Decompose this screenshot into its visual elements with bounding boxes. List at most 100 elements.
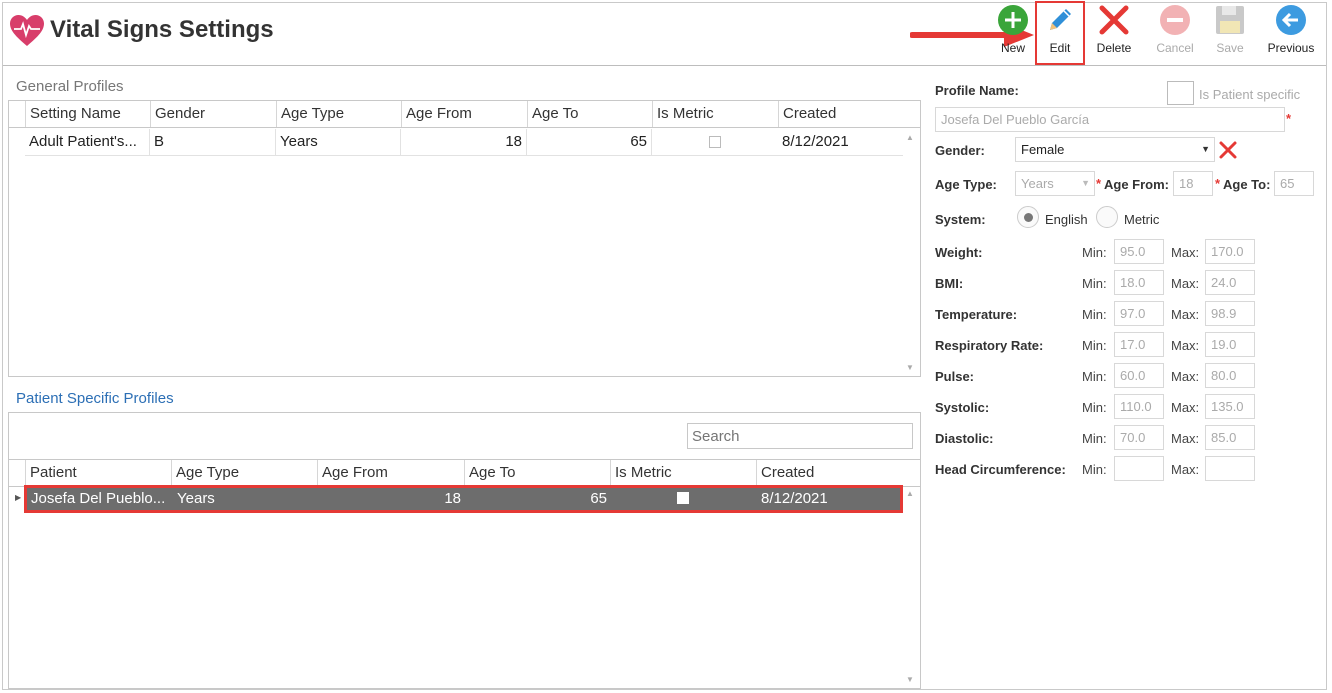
table-row[interactable]: Adult Patient's... B Years 18 65 8/12/20…	[25, 129, 903, 156]
profile-name-label: Profile Name:	[935, 83, 1019, 98]
column-header-age-from[interactable]: Age From	[401, 101, 527, 127]
cancel-button[interactable]: Cancel	[1154, 4, 1196, 55]
column-header-is-metric[interactable]: Is Metric	[652, 101, 778, 127]
max-label: Max:	[1171, 369, 1200, 384]
required-marker: *	[1286, 111, 1292, 126]
delete-label: Delete	[1096, 41, 1132, 55]
min-label: Min:	[1082, 276, 1107, 291]
scroll-down-icon[interactable]: ▼	[906, 675, 914, 684]
search-input[interactable]	[687, 423, 913, 449]
edit-button[interactable]: Edit	[1040, 4, 1080, 55]
pulse-min-field[interactable]: 60.0	[1114, 363, 1164, 388]
general-header-row: Setting Name Gender Age Type Age From Ag…	[9, 101, 920, 128]
age-to-field[interactable]: 65	[1274, 171, 1314, 196]
cell-created: 8/12/2021	[782, 133, 849, 150]
bmi-min-field[interactable]: 18.0	[1114, 270, 1164, 295]
metric-radio[interactable]	[1096, 206, 1118, 228]
head-circumference-label: Head Circumference:	[935, 462, 1066, 477]
save-button[interactable]: Save	[1212, 4, 1248, 55]
age-type-value: Years	[1021, 176, 1054, 191]
age-type-select[interactable]: Years ▼	[1015, 171, 1095, 196]
age-from-field[interactable]: 18	[1173, 171, 1213, 196]
english-radio[interactable]	[1017, 206, 1039, 228]
weight-max-field[interactable]: 170.0	[1205, 239, 1255, 264]
max-label: Max:	[1171, 462, 1200, 477]
diastolic-max-field[interactable]: 85.0	[1205, 425, 1255, 450]
systolic-max-field[interactable]: 135.0	[1205, 394, 1255, 419]
table-row-selected[interactable]: Josefa Del Pueblo... Years 18 65 8/12/20…	[24, 485, 903, 513]
cell-patient: Josefa Del Pueblo...	[31, 490, 166, 507]
column-header-patient[interactable]: Patient	[25, 460, 171, 486]
column-header-age-type[interactable]: Age Type	[276, 101, 401, 127]
max-label: Max:	[1171, 276, 1200, 291]
temperature-min-field[interactable]: 97.0	[1114, 301, 1164, 326]
column-header-age-type[interactable]: Age Type	[171, 460, 317, 486]
cell-setting-name: Adult Patient's...	[25, 129, 150, 155]
cell-age-type: Years	[276, 129, 401, 155]
general-profiles-grid: Setting Name Gender Age Type Age From Ag…	[8, 100, 921, 377]
gender-value: Female	[1021, 142, 1065, 157]
scroll-up-icon[interactable]: ▲	[906, 133, 914, 142]
min-label: Min:	[1082, 338, 1107, 353]
age-to-label: Age To:	[1223, 177, 1271, 192]
is-patient-specific-checkbox[interactable]	[1167, 81, 1194, 105]
column-header-age-from[interactable]: Age From	[317, 460, 464, 486]
temperature-max-field[interactable]: 98.9	[1205, 301, 1255, 326]
column-header-setting-name[interactable]: Setting Name	[25, 101, 150, 127]
metric-label: Metric	[1124, 212, 1160, 227]
column-header-is-metric[interactable]: Is Metric	[610, 460, 756, 486]
gender-select[interactable]: Female ▼	[1015, 137, 1215, 162]
column-header-created[interactable]: Created	[778, 101, 903, 127]
minus-circle-icon	[1160, 5, 1190, 35]
respiratory-rate-min-field[interactable]: 17.0	[1114, 332, 1164, 357]
cell-age-type: Years	[177, 490, 215, 507]
cell-age-to: 65	[590, 490, 607, 507]
is-patient-specific-label: Is Patient specific	[1199, 87, 1301, 102]
min-label: Min:	[1082, 369, 1107, 384]
dropdown-arrow-icon: ▼	[1081, 178, 1090, 188]
head-circumference-max-field[interactable]	[1205, 456, 1255, 481]
patient-profiles-title: Patient Specific Profiles	[16, 390, 174, 407]
is-metric-checkbox[interactable]	[709, 136, 721, 148]
bmi-max-field[interactable]: 24.0	[1205, 270, 1255, 295]
min-label: Min:	[1082, 400, 1107, 415]
edit-label: Edit	[1049, 41, 1071, 55]
previous-button[interactable]: Previous	[1266, 4, 1316, 55]
arrow-left-circle-icon	[1276, 5, 1306, 35]
diastolic-min-field[interactable]: 70.0	[1114, 425, 1164, 450]
pulse-max-field[interactable]: 80.0	[1205, 363, 1255, 388]
cell-age-to: 65	[527, 129, 652, 155]
profile-name-field[interactable]: Josefa Del Pueblo García	[935, 107, 1285, 132]
pencil-icon	[1050, 9, 1071, 30]
min-label: Min:	[1082, 431, 1107, 446]
temperature-label: Temperature:	[935, 307, 1018, 322]
systolic-min-field[interactable]: 110.0	[1114, 394, 1164, 419]
required-marker: *	[1096, 176, 1102, 191]
scroll-down-icon[interactable]: ▼	[906, 363, 914, 372]
pulse-label: Pulse:	[935, 369, 975, 384]
new-label: New	[1000, 41, 1025, 55]
scroll-up-icon[interactable]: ▲	[906, 489, 914, 498]
age-type-label: Age Type:	[935, 177, 997, 192]
previous-label: Previous	[1267, 41, 1315, 55]
cell-created: 8/12/2021	[761, 490, 828, 507]
column-header-created[interactable]: Created	[756, 460, 903, 486]
required-marker: *	[1215, 176, 1221, 191]
max-label: Max:	[1171, 400, 1200, 415]
english-label: English	[1045, 212, 1088, 227]
respiratory-rate-max-field[interactable]: 19.0	[1205, 332, 1255, 357]
diastolic-label: Diastolic:	[935, 431, 994, 446]
weight-min-field[interactable]: 95.0	[1114, 239, 1164, 264]
weight-label: Weight:	[935, 245, 983, 260]
head-circumference-min-field[interactable]	[1114, 456, 1164, 481]
column-header-age-to[interactable]: Age To	[464, 460, 610, 486]
max-label: Max:	[1171, 431, 1200, 446]
cell-age-from: 18	[444, 490, 461, 507]
delete-button[interactable]: Delete	[1094, 4, 1134, 55]
column-header-age-to[interactable]: Age To	[527, 101, 652, 127]
is-metric-checkbox[interactable]	[677, 492, 689, 504]
new-button[interactable]: New	[994, 4, 1032, 55]
column-header-gender[interactable]: Gender	[150, 101, 276, 127]
clear-x-icon[interactable]	[1218, 140, 1238, 160]
x-delete-icon	[1099, 5, 1129, 35]
